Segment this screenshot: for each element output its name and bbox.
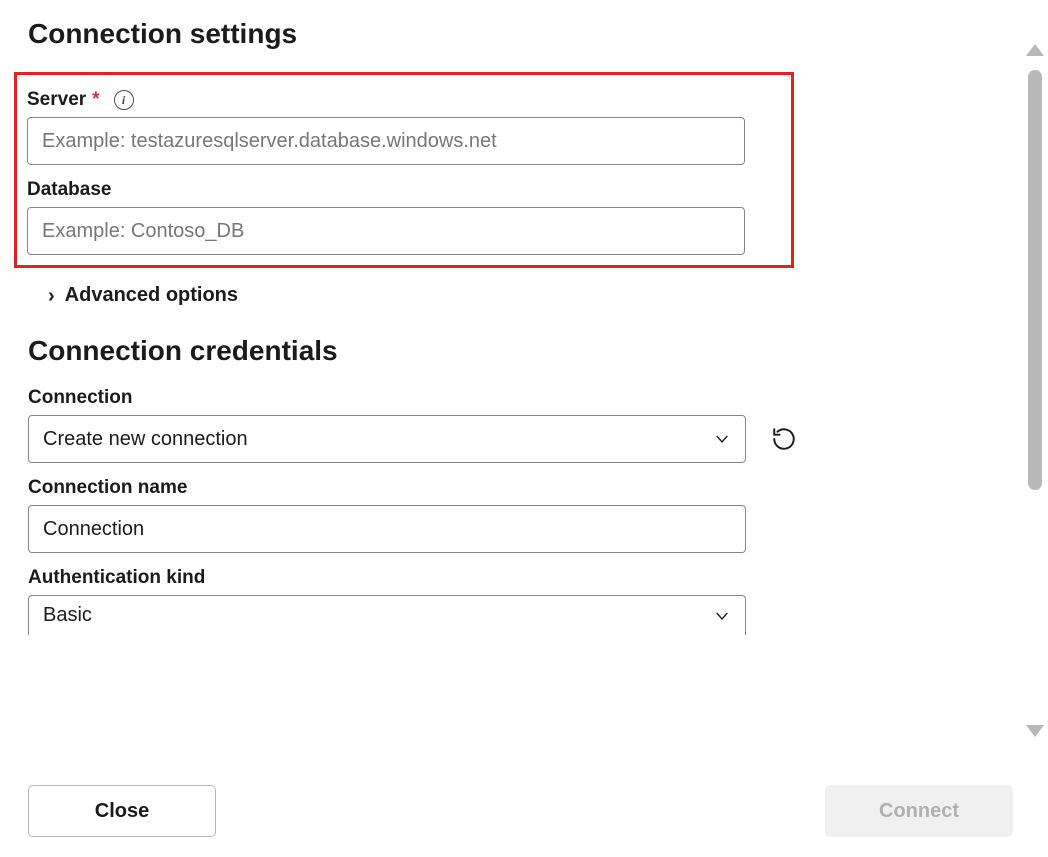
connection-credentials-title: Connection credentials [28, 335, 998, 367]
auth-kind-value: Basic [43, 604, 92, 627]
connection-settings-title: Connection settings [28, 18, 998, 50]
required-indicator: * [92, 89, 99, 111]
chevron-right-icon: › [48, 286, 55, 306]
database-label-text: Database [27, 179, 112, 201]
auth-kind-label: Authentication kind [28, 567, 998, 589]
auth-kind-select[interactable]: Basic [28, 595, 746, 635]
connection-label: Connection [28, 387, 998, 409]
highlighted-settings-region: Server * i Database [14, 72, 794, 268]
database-label: Database [27, 179, 781, 201]
connection-select-value: Create new connection [43, 428, 248, 451]
connection-name-label: Connection name [28, 477, 998, 499]
refresh-button[interactable] [770, 425, 798, 453]
database-input[interactable] [27, 207, 745, 255]
connection-name-input[interactable] [28, 505, 746, 553]
close-button[interactable]: Close [28, 785, 216, 837]
footer-bar: Close Connect [28, 785, 1013, 837]
chevron-down-icon [713, 430, 731, 448]
server-label-text: Server [27, 89, 86, 111]
advanced-options-label: Advanced options [65, 284, 238, 307]
scroll-up-arrow[interactable] [1026, 44, 1044, 56]
connect-button-label: Connect [879, 800, 959, 823]
server-label: Server * i [27, 89, 781, 111]
connection-label-text: Connection [28, 387, 133, 409]
advanced-options-toggle[interactable]: › Advanced options [48, 284, 998, 307]
chevron-down-icon [713, 607, 731, 625]
connect-button[interactable]: Connect [825, 785, 1013, 837]
scrollbar-thumb[interactable] [1028, 70, 1042, 490]
connection-select[interactable]: Create new connection [28, 415, 746, 463]
connection-name-label-text: Connection name [28, 477, 187, 499]
scroll-down-arrow[interactable] [1026, 725, 1044, 737]
auth-kind-label-text: Authentication kind [28, 567, 205, 589]
server-input[interactable] [27, 117, 745, 165]
refresh-icon [771, 426, 797, 452]
close-button-label: Close [95, 800, 149, 823]
info-icon[interactable]: i [114, 90, 134, 110]
scrollbar [1026, 44, 1042, 737]
